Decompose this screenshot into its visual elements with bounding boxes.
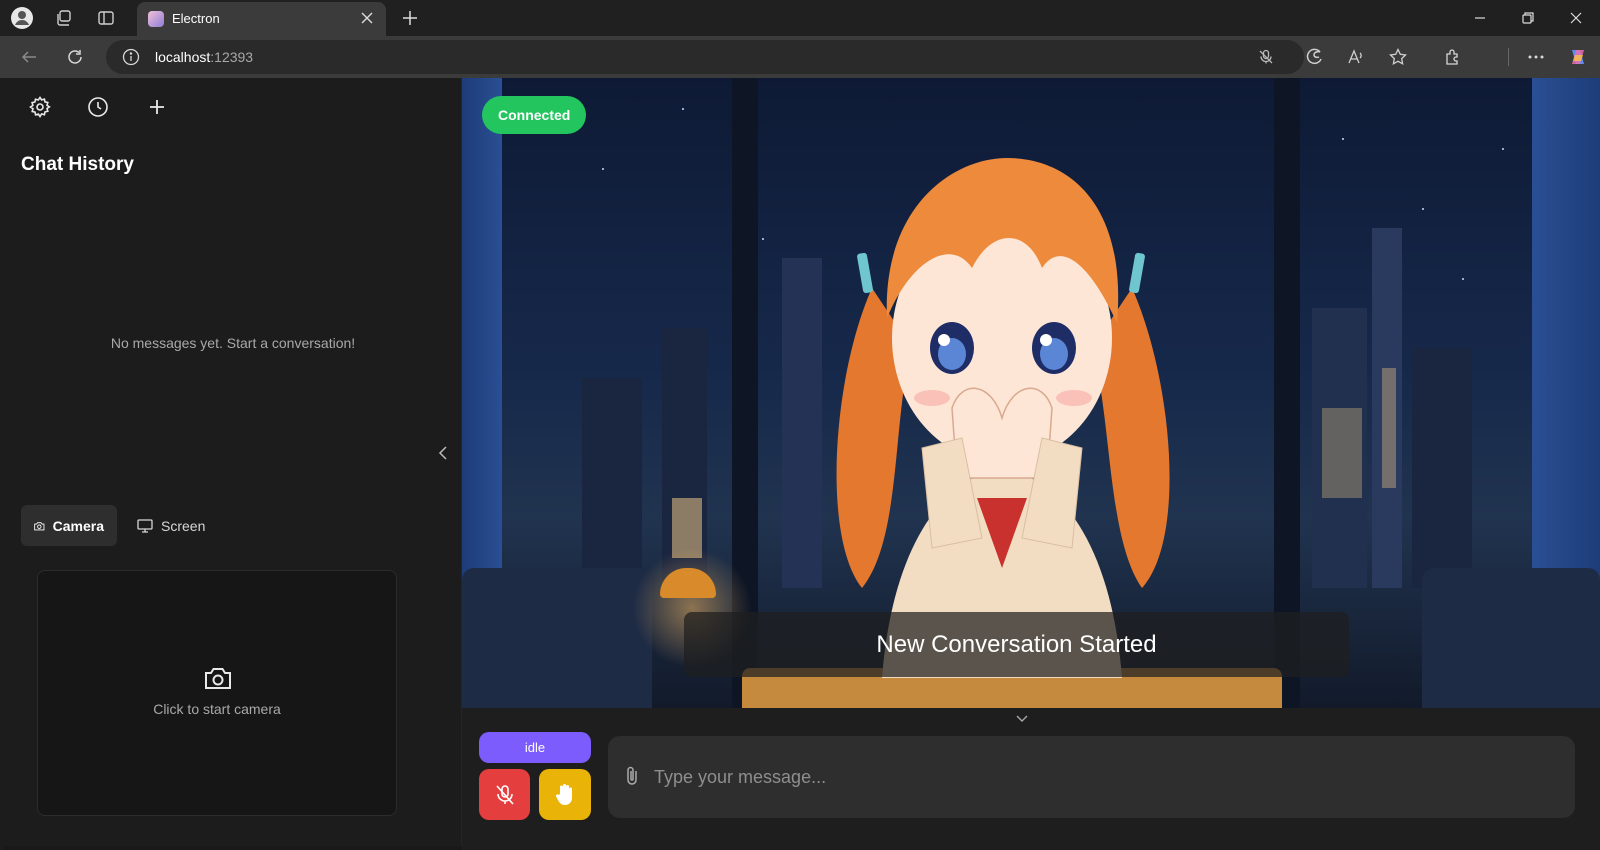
mic-toggle-button[interactable] [479,769,530,820]
sidebar: Chat History No messages yet. Start a co… [4,78,462,846]
ai-state-badge: idle [479,732,591,763]
url-port: :12393 [210,49,254,65]
new-chat-plus-icon[interactable] [144,94,170,120]
input-panel: idle [462,708,1600,850]
chat-history-title: Chat History [21,154,134,175]
mic-blocked-icon[interactable] [1256,47,1276,67]
url-text: localhost:12393 [155,49,253,65]
message-composer [608,736,1575,818]
tab-camera-label: Camera [52,517,104,534]
read-aloud-icon[interactable] [1346,47,1366,67]
browser-tab-active[interactable]: Electron [137,2,386,36]
subtitle-box: New Conversation Started [684,612,1349,677]
new-tab-icon[interactable] [398,6,422,30]
toolbar-divider [1508,48,1509,66]
back-icon[interactable] [17,45,41,69]
app-root: Chat History No messages yet. Start a co… [4,78,1600,850]
camera-icon [205,668,231,689]
camera-preview[interactable]: Click to start camera [37,570,397,816]
collapse-sidebar-icon[interactable] [435,443,451,463]
refresh-icon[interactable] [63,45,87,69]
workspaces-icon[interactable] [52,6,76,30]
more-menu-icon[interactable] [1524,45,1548,69]
camera-prompt: Click to start camera [153,701,281,717]
extensions-icon[interactable] [1441,45,1465,69]
tab-screen[interactable]: Screen [124,505,219,546]
hand-icon [555,783,572,805]
tab-title: Electron [172,11,220,26]
browser-tab-strip: Electron [0,0,1600,36]
minimize-icon[interactable] [1466,6,1494,30]
profile-icon[interactable] [10,6,34,30]
settings-gear-icon[interactable] [27,94,53,120]
copilot-icon[interactable] [1566,45,1590,69]
subtitle-text: New Conversation Started [876,630,1157,658]
url-host: localhost [155,49,211,65]
collapse-panel-chevron-icon[interactable] [1012,712,1032,726]
attach-paperclip-icon[interactable] [624,765,640,787]
tab-screen-label: Screen [161,517,206,534]
app-favicon-icon [148,11,164,27]
site-info-icon[interactable] [122,48,140,66]
mic-off-icon [495,784,514,805]
edge-icon[interactable] [1305,47,1325,67]
monitor-icon [137,518,153,533]
vertical-tabs-icon[interactable] [94,6,118,30]
close-tab-icon[interactable] [358,9,376,27]
url-bar[interactable]: localhost:12393 [106,40,1407,74]
empty-chat-message: No messages yet. Start a conversation! [110,335,356,351]
connection-status-badge: Connected [482,96,587,134]
history-clock-icon[interactable] [85,94,111,120]
tab-camera[interactable]: Camera [21,505,117,546]
interrupt-button[interactable] [539,769,591,820]
favorite-star-icon[interactable] [1388,47,1408,67]
close-window-icon[interactable] [1562,6,1590,30]
address-toolbar: localhost:12393 [0,36,1600,78]
restore-icon[interactable] [1514,6,1542,30]
live2d-stage[interactable]: Connected New Conversation Started [462,78,1600,708]
camera-icon [34,521,45,530]
message-input[interactable] [654,758,1534,796]
